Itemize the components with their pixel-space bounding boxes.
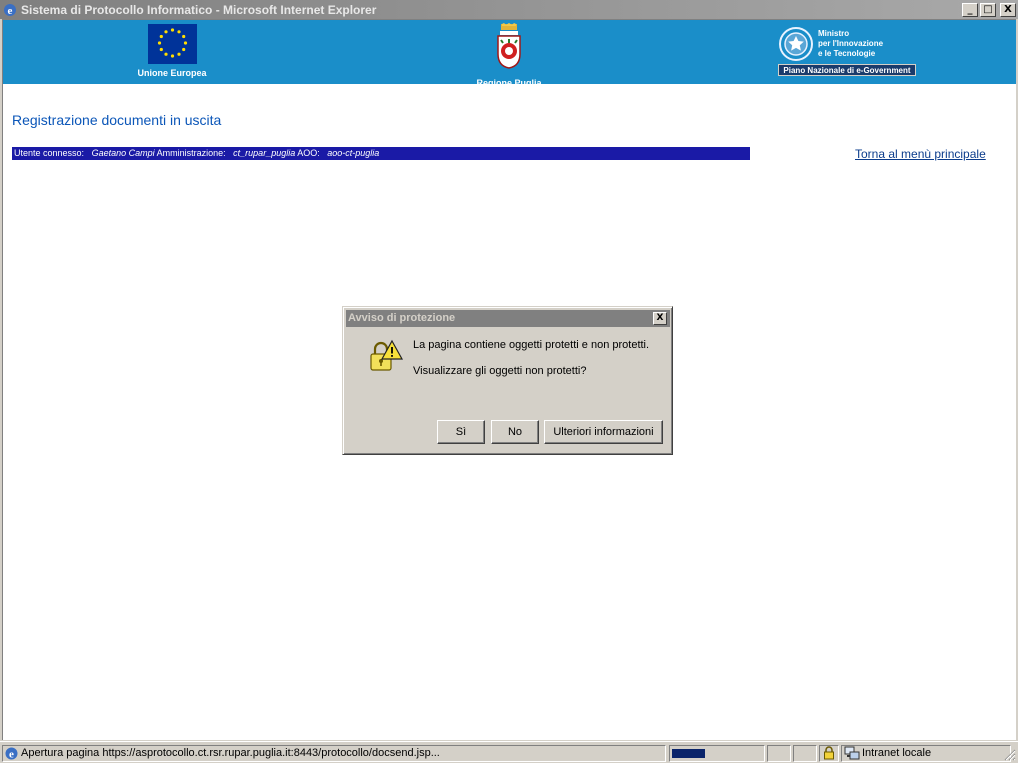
close-button[interactable]: X	[1000, 2, 1016, 17]
aoo-value: aoo-ct-puglia	[327, 148, 380, 158]
security-warning-dialog: Avviso di protezione X La pagina contien…	[342, 306, 673, 455]
minimize-button[interactable]: _	[962, 2, 978, 17]
intranet-zone-icon	[844, 746, 860, 760]
more-info-button[interactable]: Ulteriori informazioni	[544, 420, 663, 444]
ie-icon: e	[2, 2, 18, 18]
ministro-line-1: Ministro	[818, 29, 850, 38]
dialog-title-bar[interactable]: Avviso di protezione X	[346, 310, 670, 327]
user-info-bar: Utente connesso: Gaetano Campi Amministr…	[12, 147, 750, 160]
no-button[interactable]: No	[491, 420, 539, 444]
status-panel-empty-2	[793, 745, 817, 762]
ministro-line-2: per l'Innovazione	[818, 39, 884, 48]
ie-page-icon: e	[5, 747, 18, 761]
eu-flag-icon	[147, 24, 197, 64]
page-title: Registrazione documenti in uscita	[12, 112, 222, 128]
status-text-panel: e Apertura pagina https://asprotocollo.c…	[2, 745, 666, 762]
admin-value: ct_rupar_puglia	[233, 148, 296, 158]
dialog-message-question: Visualizzare gli oggetti non protetti?	[413, 365, 587, 377]
svg-text:e: e	[8, 5, 13, 17]
puglia-logo: Regione Puglia	[471, 23, 547, 88]
status-bar: e Apertura pagina https://asprotocollo.c…	[0, 741, 1018, 763]
progress-bar	[672, 749, 705, 758]
eu-logo: Unione Europea	[134, 24, 210, 82]
dialog-close-button[interactable]: X	[653, 312, 667, 325]
security-zone-label: Intranet locale	[862, 747, 932, 759]
puglia-caption: Regione Puglia	[476, 78, 542, 88]
user-name: Gaetano Campi	[91, 148, 155, 158]
progress-panel	[669, 745, 765, 762]
dialog-message-primary: La pagina contiene oggetti protetti e no…	[413, 339, 650, 351]
ministro-text: Ministro per l'Innovazione e le Tecnolog…	[818, 29, 883, 59]
lock-icon	[824, 746, 834, 760]
svg-text:e: e	[9, 749, 14, 761]
dialog-title: Avviso di protezione	[348, 312, 456, 324]
caption-buttons: _ □ X	[962, 2, 1016, 17]
title-bar[interactable]: e Sistema di Protocollo Informatico - Mi…	[0, 0, 1018, 19]
yes-button[interactable]: Sì	[437, 420, 485, 444]
admin-label: Amministrazione:	[156, 148, 226, 158]
back-to-menu-link[interactable]: Torna al menù principale	[855, 147, 986, 161]
ministro-line-3: e le Tecnologie	[818, 49, 876, 58]
aoo-label: AOO:	[297, 148, 320, 158]
lock-panel[interactable]	[819, 745, 839, 762]
egov-plan-label: Piano Nazionale di e-Government	[778, 64, 916, 76]
ministro-logo: Ministro per l'Innovazione e le Tecnolog…	[778, 24, 918, 80]
header-banner: Unione Europea Regione Puglia Ministro p…	[3, 20, 1016, 88]
window-title: Sistema di Protocollo Informatico - Micr…	[21, 2, 377, 17]
eu-caption: Unione Europea	[137, 68, 207, 78]
browser-window: e Sistema di Protocollo Informatico - Mi…	[0, 0, 1018, 763]
user-label: Utente connesso:	[14, 148, 85, 158]
maximize-button[interactable]: □	[980, 2, 996, 17]
resize-grip-icon[interactable]	[1004, 749, 1016, 761]
status-text: Apertura pagina https://asprotocollo.ct.…	[21, 747, 440, 759]
security-warning-icon	[370, 339, 404, 371]
puglia-crest-icon	[497, 23, 521, 69]
status-panel-empty-1	[767, 745, 791, 762]
italian-republic-emblem-icon	[779, 27, 813, 61]
security-zone-panel[interactable]: Intranet locale	[841, 745, 1011, 762]
